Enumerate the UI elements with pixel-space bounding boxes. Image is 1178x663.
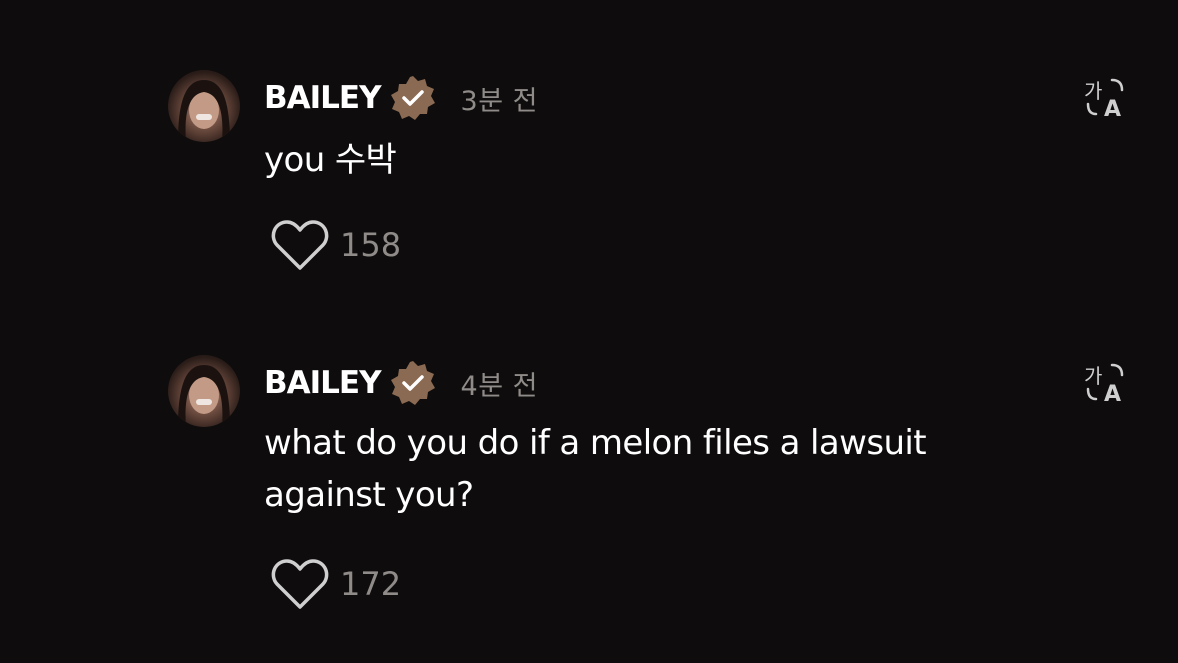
avatar[interactable] — [168, 355, 240, 427]
timestamp: 4분 전 — [460, 370, 538, 402]
svg-text:가: 가 — [1084, 364, 1102, 388]
like-count: 172 — [340, 565, 402, 603]
like-count: 158 — [340, 226, 402, 264]
comment-feed: BAILEY 3분 전 가 A you 수박 158 BAILEY 4분 전 가… — [0, 0, 1178, 663]
comment-text: what do you do if a melon files a lawsui… — [264, 423, 927, 515]
username[interactable]: BAILEY — [264, 80, 382, 116]
comment-header: BAILEY 4분 전 — [264, 361, 538, 405]
svg-text:A: A — [1104, 97, 1121, 122]
comment-text: you 수박 — [264, 140, 397, 180]
heart-outline-icon — [271, 220, 329, 270]
timestamp: 3분 전 — [460, 85, 538, 117]
comment-header: BAILEY 3분 전 — [264, 76, 538, 120]
translate-icon[interactable]: 가 A — [1082, 74, 1130, 122]
like-button[interactable]: 172 — [270, 557, 401, 611]
heart-outline-icon — [271, 559, 329, 609]
verified-badge-icon — [390, 361, 435, 405]
username[interactable]: BAILEY — [264, 365, 382, 401]
like-button[interactable]: 158 — [270, 218, 401, 272]
svg-text:가: 가 — [1084, 79, 1102, 103]
avatar[interactable] — [168, 70, 240, 142]
profile-photo — [178, 80, 230, 142]
verified-badge-icon — [390, 76, 435, 120]
translate-icon[interactable]: 가 A — [1082, 359, 1130, 407]
profile-photo — [178, 365, 230, 427]
svg-text:A: A — [1104, 382, 1121, 407]
